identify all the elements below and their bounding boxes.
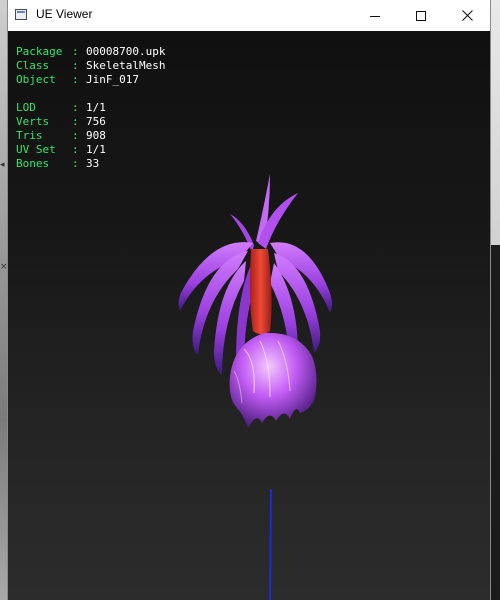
hair-bun [229, 332, 317, 429]
3d-viewport[interactable]: Package:00008700.upk Class: SkeletalMesh … [8, 31, 490, 600]
mesh-core [249, 249, 272, 334]
app-window-icon [15, 9, 27, 20]
close-icon [461, 10, 473, 21]
maximize-icon [416, 10, 426, 21]
desktop-background-left: ◂ × [0, 0, 8, 600]
skeletal-mesh-render [178, 174, 332, 600]
title-bar[interactable]: UE Viewer [8, 0, 490, 31]
window-title: UE Viewer [36, 7, 93, 21]
minimize-button[interactable] [352, 0, 398, 31]
background-marker: ◂ [0, 160, 5, 170]
background-window-strip [490, 0, 500, 245]
desktop-background-right [490, 0, 500, 600]
ue-viewer-window: UE Viewer Package:00008700.upk Class: Ske… [8, 0, 490, 600]
hair-top-spikes [230, 174, 298, 253]
maximize-button[interactable] [398, 0, 444, 31]
background-marker: × [0, 262, 8, 272]
close-button[interactable] [444, 0, 490, 31]
axis-line [269, 488, 272, 600]
minimize-icon [370, 15, 380, 17]
